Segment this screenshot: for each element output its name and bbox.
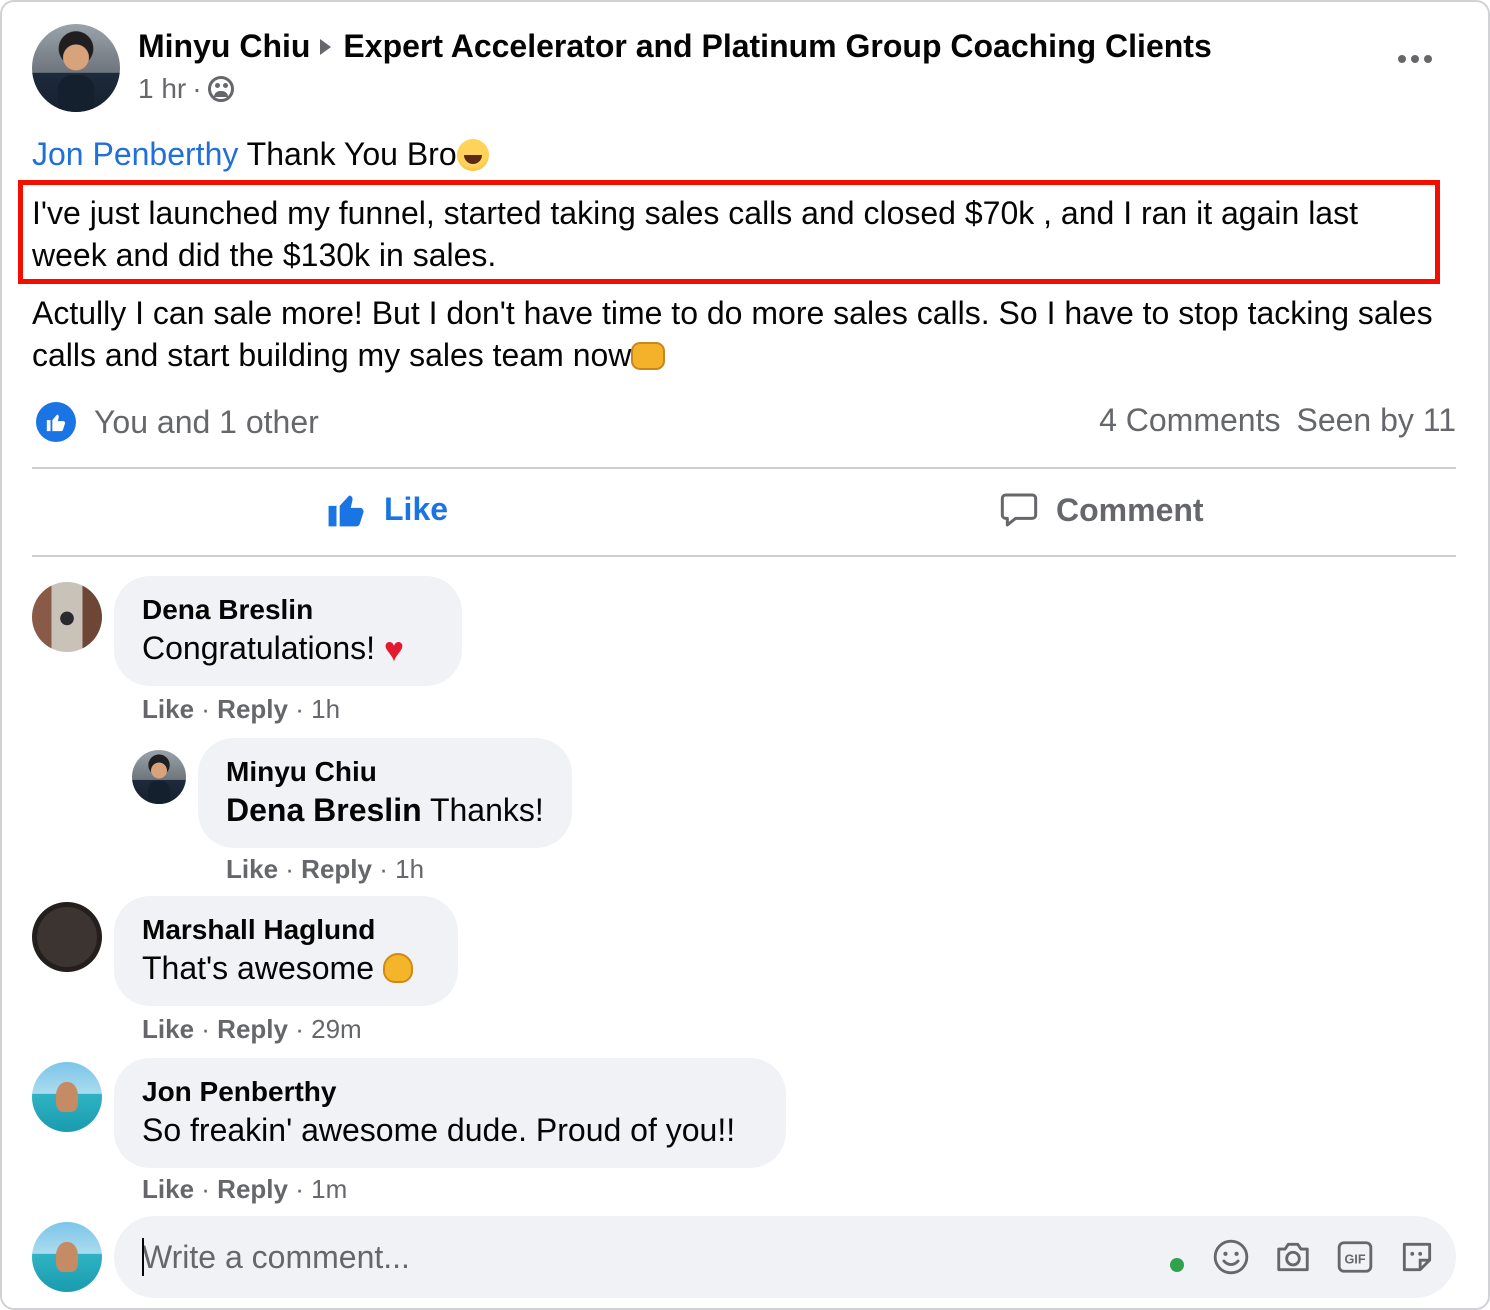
- comment-input[interactable]: [142, 1234, 1142, 1280]
- comment-like-link[interactable]: Like: [226, 854, 278, 884]
- post-paragraph-text: Actully I can sale more! But I don't hav…: [32, 295, 1433, 373]
- comment-actions: Like · Reply · 1h: [226, 854, 424, 885]
- highlight-annotation-box: [18, 180, 1440, 284]
- comment-time[interactable]: 1h: [311, 694, 340, 724]
- comment-time[interactable]: 29m: [311, 1014, 362, 1044]
- post-time[interactable]: 1 hr: [138, 73, 186, 105]
- like-button[interactable]: Like: [326, 490, 448, 528]
- comment-text: Congratulations! ♥: [142, 626, 434, 672]
- like-badge-icon: [36, 402, 76, 442]
- comments-count[interactable]: 4 Comments: [1099, 402, 1280, 439]
- comment-text-content: Congratulations!: [142, 630, 384, 666]
- greeting-text: Thank You Bro: [238, 136, 457, 172]
- group-name[interactable]: Expert Accelerator and Platinum Group Co…: [343, 28, 1211, 65]
- separator: ·: [201, 694, 210, 724]
- comment-like-link[interactable]: Like: [142, 1174, 194, 1204]
- author-name[interactable]: Minyu Chiu: [138, 28, 310, 65]
- post-counts: 4 Comments Seen by 11: [1099, 402, 1456, 439]
- author-avatar[interactable]: [32, 24, 120, 112]
- triangle-right-icon: [320, 38, 332, 55]
- comment-like-link[interactable]: Like: [142, 694, 194, 724]
- commenter-avatar[interactable]: [32, 1062, 102, 1132]
- commenter-avatar[interactable]: [32, 902, 102, 972]
- laughing-emoji-icon: [456, 139, 489, 171]
- comment-time[interactable]: 1m: [311, 1174, 347, 1204]
- comment-label: Comment: [1056, 491, 1204, 528]
- thumbs-up-icon: [328, 495, 364, 527]
- meta-separator: ·: [192, 73, 202, 104]
- comment-composer: GIF: [114, 1216, 1456, 1298]
- commenter-avatar[interactable]: [32, 582, 102, 652]
- comment-actions: Like · Reply · 1h: [142, 694, 340, 725]
- separator: ·: [295, 1174, 304, 1204]
- separator: ·: [295, 694, 304, 724]
- mention-link[interactable]: Dena Breslin: [226, 792, 422, 828]
- post-paragraph: Actully I can sale more! But I don't hav…: [32, 292, 1442, 376]
- comment-button[interactable]: Comment: [998, 490, 1204, 530]
- svg-text:GIF: GIF: [1344, 1252, 1365, 1266]
- comment-reply-link[interactable]: Reply: [217, 1174, 288, 1204]
- comment-text: That's awesome: [142, 946, 430, 990]
- like-label: Like: [384, 490, 449, 527]
- comment-text: Dena Breslin Thanks!: [226, 788, 544, 832]
- comment-actions: Like · Reply · 1m: [142, 1174, 347, 1205]
- comment-like-link[interactable]: Like: [142, 1014, 194, 1044]
- comment-text-content: Thanks!: [421, 792, 544, 828]
- commenter-name[interactable]: Jon Penberthy: [142, 1076, 758, 1108]
- fist-emoji-icon: [631, 342, 666, 370]
- divider: [32, 467, 1456, 469]
- online-status-dot: [1170, 1258, 1184, 1272]
- reactions-summary[interactable]: You and 1 other: [36, 402, 319, 442]
- sticker-icon[interactable]: [1398, 1238, 1436, 1276]
- comment-reply-link[interactable]: Reply: [301, 854, 372, 884]
- divider: [32, 555, 1456, 557]
- commenter-name[interactable]: Marshall Haglund: [142, 914, 430, 946]
- separator: ·: [201, 1174, 210, 1204]
- comment-reply-link[interactable]: Reply: [217, 1014, 288, 1044]
- comment-text-content: That's awesome: [142, 950, 383, 986]
- heart-emoji-icon: ♥: [383, 631, 405, 669]
- comment-bubble: Dena Breslin Congratulations! ♥: [114, 576, 462, 686]
- seen-count[interactable]: Seen by 11: [1296, 402, 1456, 439]
- separator: ·: [201, 1014, 210, 1044]
- comment-reply-link[interactable]: Reply: [217, 694, 288, 724]
- comment-bubble: Minyu Chiu Dena Breslin Thanks!: [198, 738, 572, 848]
- separator: ·: [379, 854, 388, 884]
- comment-text: So freakin' awesome dude. Proud of you!!: [142, 1112, 736, 1148]
- comment-actions: Like · Reply · 29m: [142, 1014, 362, 1045]
- comment-bubble: Marshall Haglund That's awesome: [114, 896, 458, 1006]
- separator: ·: [285, 854, 294, 884]
- post-greeting-line: Jon Penberthy Thank You Bro: [32, 133, 489, 175]
- commenter-avatar[interactable]: [132, 750, 186, 804]
- reactions-text: You and 1 other: [94, 403, 319, 440]
- current-user-avatar[interactable]: [32, 1222, 102, 1292]
- camera-icon[interactable]: [1274, 1238, 1312, 1276]
- group-audience-icon: [207, 76, 234, 102]
- clapping-hands-emoji-icon: [382, 953, 413, 983]
- commenter-name[interactable]: Dena Breslin: [142, 594, 434, 626]
- commenter-name[interactable]: Minyu Chiu: [226, 756, 544, 788]
- post-header-title: Minyu Chiu Expert Accelerator and Platin…: [138, 28, 1212, 65]
- mention-link[interactable]: Jon Penberthy: [32, 136, 238, 172]
- post-meta: 1 hr ·: [138, 73, 234, 105]
- gif-icon[interactable]: GIF: [1336, 1238, 1374, 1276]
- comment-icon: [1000, 493, 1038, 527]
- more-options-icon[interactable]: [1398, 55, 1432, 63]
- emoji-icon[interactable]: [1212, 1238, 1250, 1276]
- comment-bubble: Jon Penberthy So freakin' awesome dude. …: [114, 1058, 786, 1168]
- separator: ·: [295, 1014, 304, 1044]
- comment-time[interactable]: 1h: [395, 854, 424, 884]
- text-cursor: [142, 1238, 144, 1276]
